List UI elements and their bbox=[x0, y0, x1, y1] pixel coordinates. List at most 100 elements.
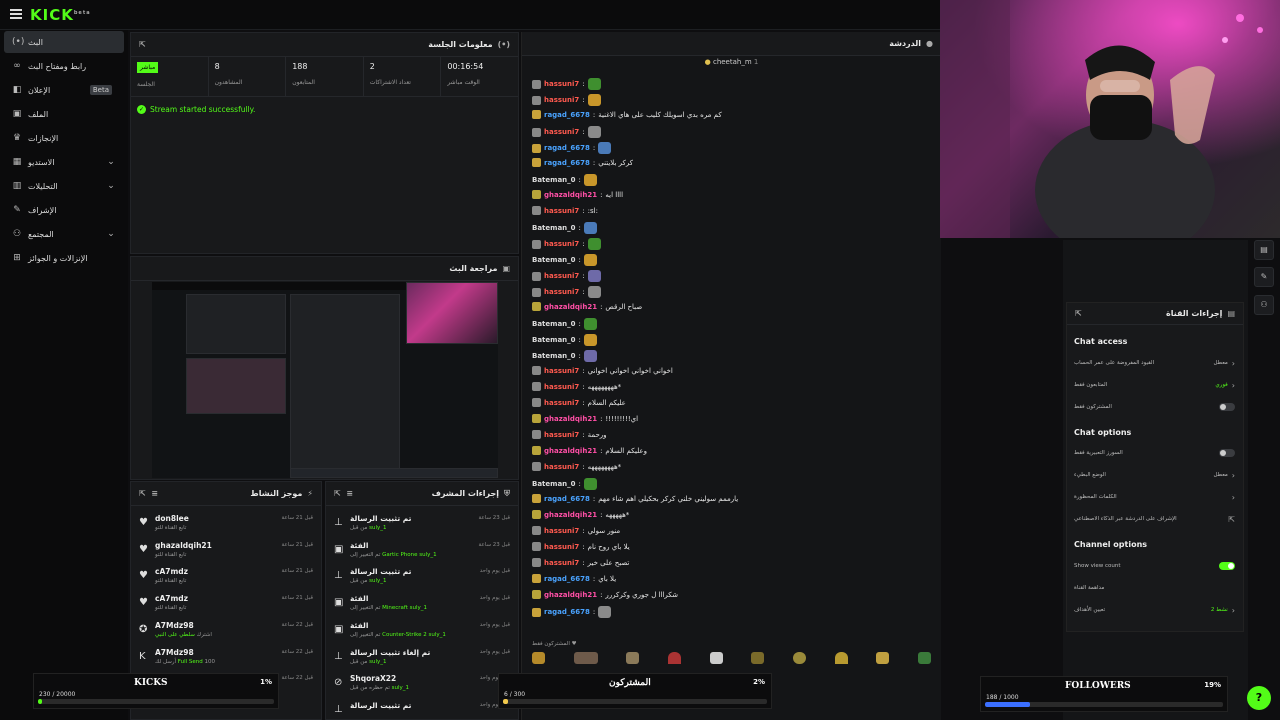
popout-icon[interactable]: ⇱ bbox=[139, 489, 146, 498]
sidebar-item[interactable]: ⚇ المجتمع ⌄ bbox=[4, 223, 124, 245]
settings-option[interactable]: مداهمة القناة bbox=[1074, 581, 1235, 595]
list-item[interactable]: ⊥ تم تثبيت الرسالة قبل يوم واحد bbox=[326, 697, 518, 719]
emote-icon[interactable] bbox=[834, 652, 848, 664]
sidebar-item[interactable]: ▥ التحليلات ⌄ bbox=[4, 175, 124, 197]
chat-username[interactable]: hassuni7 bbox=[544, 240, 579, 248]
chat-message[interactable]: hassuni7: bbox=[532, 126, 601, 138]
chat-message[interactable]: hassuni7: يلا باي روح نام bbox=[532, 542, 630, 551]
chat-message[interactable]: ragad_6678: bbox=[532, 142, 612, 154]
list-item[interactable]: ♥ ghazaldqih21 تابع القناة للتو قبل 21 ساعة bbox=[131, 537, 321, 564]
list-item[interactable]: ⊥ تم إلغاء تثبيت الرسالة من قبل suly_1 قبل … bbox=[326, 644, 518, 671]
chat-message[interactable]: ghazaldqih21: llll ايه bbox=[532, 190, 623, 199]
kick-logo[interactable]: KICKbeta bbox=[30, 6, 91, 24]
chat-message[interactable]: ragad_6678: كم مره بدي اسويلك كليب على ها… bbox=[532, 110, 722, 119]
menu-icon[interactable] bbox=[10, 9, 22, 19]
chat-username[interactable]: ghazaldqih21 bbox=[544, 303, 597, 311]
filter-icon[interactable]: ≡ bbox=[346, 489, 353, 498]
settings-option[interactable]: Show view count bbox=[1074, 559, 1235, 573]
list-item[interactable]: ✪ A7Mdz98 اشترك سلطي على النبي قبل 22 ساعة bbox=[131, 617, 321, 644]
emote-icon[interactable] bbox=[573, 652, 598, 664]
chat-username[interactable]: Bateman_0 bbox=[532, 224, 576, 232]
list-item[interactable]: ⊥ تم تثبيت الرسالة من قبل suly_1 قبل يوم وا… bbox=[326, 563, 518, 590]
list-item[interactable]: ♥ don8lee تابع القناة للتو قبل 21 ساعة bbox=[131, 510, 321, 537]
chat-message[interactable]: hassuni7: *ههههههههه bbox=[532, 382, 621, 391]
support-chat-icon[interactable]: ? bbox=[1247, 686, 1271, 710]
chat-username[interactable]: hassuni7 bbox=[544, 431, 579, 439]
toggle-switch[interactable] bbox=[1219, 449, 1235, 457]
settings-option[interactable]: الوضع البطيء معطل › bbox=[1074, 468, 1235, 482]
list-item[interactable]: ▣ الفئة تم التغيير إلى Counter-Strike 2 su… bbox=[326, 617, 518, 644]
chat-username[interactable]: Bateman_0 bbox=[532, 320, 576, 328]
chat-username[interactable]: Bateman_0 bbox=[532, 336, 576, 344]
emote-icon[interactable] bbox=[917, 652, 931, 664]
chat-username[interactable]: hassuni7 bbox=[544, 527, 579, 535]
chat-username[interactable]: hassuni7 bbox=[544, 272, 579, 280]
popout-icon[interactable]: ⇱ bbox=[1075, 309, 1082, 318]
sidebar-item[interactable]: (•) البث bbox=[4, 31, 124, 53]
emote-icon[interactable] bbox=[751, 652, 765, 664]
chat-username[interactable]: hassuni7 bbox=[544, 463, 579, 471]
chat-username[interactable]: hassuni7 bbox=[544, 367, 579, 375]
chat-username[interactable]: hassuni7 bbox=[544, 96, 579, 104]
chat-message[interactable]: hassuni7: ورحمة bbox=[532, 430, 607, 439]
list-item[interactable]: ♥ cA7mdz تابع القناة للتو قبل 21 ساعة bbox=[131, 590, 321, 617]
chat-message[interactable]: ragad_6678: يلا باي bbox=[532, 574, 616, 583]
chat-message[interactable]: hassuni7::sl: bbox=[532, 206, 598, 215]
emote-icon[interactable] bbox=[709, 652, 723, 664]
chat-message[interactable]: hassuni7: bbox=[532, 270, 601, 282]
chat-message[interactable]: hassuni7: bbox=[532, 286, 601, 298]
settings-option[interactable]: القيود المفروضة على عمر الحساب معطل › bbox=[1074, 356, 1235, 370]
chat-message[interactable]: Bateman_0: bbox=[532, 222, 597, 234]
chat-message[interactable]: hassuni7: تصبح على خير bbox=[532, 558, 629, 567]
popout-icon[interactable]: ⇱ bbox=[334, 489, 341, 498]
list-item[interactable]: ⊥ تم تثبيت الرسالة من قبل suly_1 قبل 23 ساع… bbox=[326, 510, 518, 537]
chat-username[interactable]: Bateman_0 bbox=[532, 176, 576, 184]
chat-message[interactable]: Bateman_0: bbox=[532, 318, 597, 330]
chevron-right-icon[interactable]: › bbox=[1232, 606, 1235, 615]
list-item[interactable]: ⊘ ShqoraX22 تم حظره من قبل suly_1 قبل يوم و… bbox=[326, 670, 518, 697]
chat-message[interactable]: hassuni7: عليكم السلام bbox=[532, 398, 626, 407]
chat-message[interactable]: Bateman_0: bbox=[532, 350, 597, 362]
settings-option[interactable]: الإشراف على الدردشة عبر الذكاء الاصطناعي… bbox=[1074, 512, 1235, 526]
chat-toggle-icon[interactable]: ▤ bbox=[1254, 240, 1274, 260]
sidebar-item[interactable]: ▣ الملف bbox=[4, 103, 124, 125]
chat-username[interactable]: ragad_6678 bbox=[544, 144, 590, 152]
chat-username[interactable]: Bateman_0 bbox=[532, 480, 576, 488]
sidebar-item[interactable]: ◧ الإعلان Beta bbox=[4, 79, 124, 101]
settings-option[interactable]: تعيين الأهداف نشط 2 › bbox=[1074, 603, 1235, 617]
chevron-right-icon[interactable]: › bbox=[1232, 359, 1235, 368]
chevron-right-icon[interactable]: › bbox=[1232, 381, 1235, 390]
list-item[interactable]: ♥ cA7mdz تابع القناة للتو قبل 21 ساعة bbox=[131, 563, 321, 590]
chat-username[interactable]: ragad_6678 bbox=[544, 608, 590, 616]
chat-username[interactable]: ghazaldqih21 bbox=[544, 415, 597, 423]
chat-username[interactable]: ragad_6678 bbox=[544, 159, 590, 167]
chat-message[interactable]: Bateman_0: bbox=[532, 254, 597, 266]
sidebar-item[interactable]: ∞ رابط ومفتاح البث bbox=[4, 55, 124, 77]
chat-message[interactable]: ragad_6678: كركر بلايتني bbox=[532, 158, 633, 167]
list-item[interactable]: ▣ الفئة تم التغيير إلى Gartic Phone suly_1… bbox=[326, 537, 518, 564]
chat-username[interactable]: ghazaldqih21 bbox=[544, 511, 597, 519]
sidebar-item[interactable]: ▦ الاستديو ⌄ bbox=[4, 151, 124, 173]
users-icon[interactable]: ⚇ bbox=[1254, 295, 1274, 315]
chat-message[interactable]: ghazaldqih21: اي!!!!!!!!! bbox=[532, 414, 638, 423]
chat-message[interactable]: Bateman_0: bbox=[532, 478, 597, 490]
chat-message[interactable]: ghazaldqih21: *هههههه bbox=[532, 510, 629, 519]
popout-icon[interactable]: ⇱ bbox=[139, 40, 146, 49]
chat-username[interactable]: hassuni7 bbox=[544, 399, 579, 407]
chat-username[interactable]: ragad_6678 bbox=[544, 111, 590, 119]
chat-username[interactable]: ghazaldqih21 bbox=[544, 447, 597, 455]
chat-username[interactable]: hassuni7 bbox=[544, 288, 579, 296]
external-link-icon[interactable]: ⇱ bbox=[1228, 515, 1235, 524]
chat-username[interactable]: hassuni7 bbox=[544, 383, 579, 391]
chat-message[interactable]: hassuni7: bbox=[532, 78, 601, 90]
emote-icon[interactable] bbox=[626, 652, 640, 664]
sidebar-item[interactable]: ♛ الإنجازات bbox=[4, 127, 124, 149]
chevron-right-icon[interactable]: › bbox=[1232, 471, 1235, 480]
chat-message[interactable]: hassuni7: *ههههههههه bbox=[532, 462, 621, 471]
chat-message[interactable]: Bateman_0: bbox=[532, 334, 597, 346]
toggle-switch[interactable] bbox=[1219, 403, 1235, 411]
sidebar-item[interactable]: ⊞ الإنزالات و الجوائز bbox=[4, 247, 124, 269]
chat-username[interactable]: ragad_6678 bbox=[544, 495, 590, 503]
chat-message[interactable]: ghazaldqih21: شكرااا ل جوري وكركررر bbox=[532, 590, 678, 599]
chat-message[interactable]: hassuni7: bbox=[532, 238, 601, 250]
